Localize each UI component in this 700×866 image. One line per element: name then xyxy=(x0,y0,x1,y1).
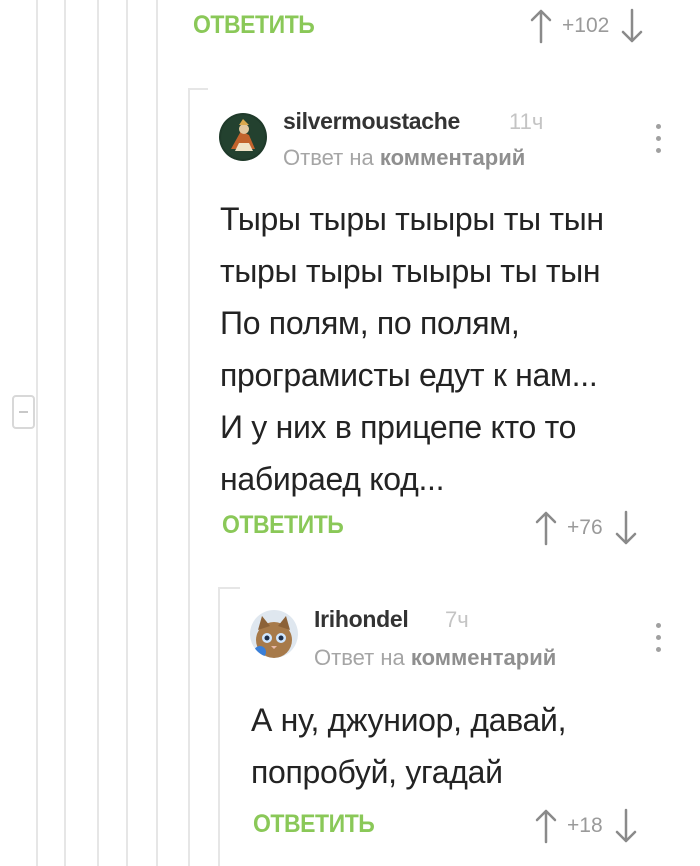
vote-score: +76 xyxy=(567,516,603,539)
reply-to-info: Ответ на комментарий xyxy=(314,645,556,671)
thread-line xyxy=(188,88,190,866)
arrow-up-icon[interactable] xyxy=(535,808,557,844)
vote-controls: +18 xyxy=(535,808,637,844)
thread-line xyxy=(218,587,220,866)
arrow-up-icon[interactable] xyxy=(530,8,552,44)
avatar[interactable] xyxy=(219,113,267,161)
collapse-thread-button[interactable] xyxy=(12,395,35,429)
comment-time: 11ч xyxy=(509,109,544,134)
comment-time: 7ч xyxy=(445,607,469,632)
vote-score: +18 xyxy=(567,814,603,837)
more-vertical-icon[interactable] xyxy=(656,124,662,154)
username[interactable]: Irihondel xyxy=(314,606,409,633)
comment-text: А ну, джуниор, давай, попробуй, угадай xyxy=(251,702,567,790)
thread-line xyxy=(64,0,66,866)
reply-to-link[interactable]: комментарий xyxy=(411,645,556,670)
avatar-image xyxy=(219,113,267,161)
arrow-down-icon[interactable] xyxy=(615,808,637,844)
reply-button[interactable]: ОТВЕТИТЬ xyxy=(193,11,315,40)
arrow-up-icon[interactable] xyxy=(535,510,557,546)
comment-text: Тыры тыры тыыры ты тын тыры тыры тыыры т… xyxy=(220,201,604,497)
thread-line xyxy=(156,0,158,866)
reply-button[interactable]: ОТВЕТИТЬ xyxy=(253,810,375,839)
thread-line xyxy=(97,0,99,866)
reply-to-link[interactable]: комментарий xyxy=(380,145,525,170)
more-vertical-icon[interactable] xyxy=(656,623,662,653)
vote-controls: +76 xyxy=(535,510,637,546)
thread-connector xyxy=(188,88,208,90)
arrow-down-icon[interactable] xyxy=(615,510,637,546)
thread-line xyxy=(36,0,38,866)
avatar-image xyxy=(250,610,298,658)
thread-line xyxy=(126,0,128,866)
reply-to-info: Ответ на комментарий xyxy=(283,145,525,171)
reply-to-prefix: Ответ на xyxy=(283,145,374,170)
vote-score: +102 xyxy=(562,14,610,37)
arrow-down-icon[interactable] xyxy=(621,8,643,44)
reply-button[interactable]: ОТВЕТИТЬ xyxy=(222,511,344,540)
thread-connector xyxy=(218,587,240,589)
avatar[interactable] xyxy=(250,610,298,658)
reply-to-prefix: Ответ на xyxy=(314,645,405,670)
username[interactable]: silvermoustache xyxy=(283,108,460,135)
vote-controls: +102 xyxy=(530,8,643,44)
collapse-minus-icon xyxy=(19,411,28,413)
